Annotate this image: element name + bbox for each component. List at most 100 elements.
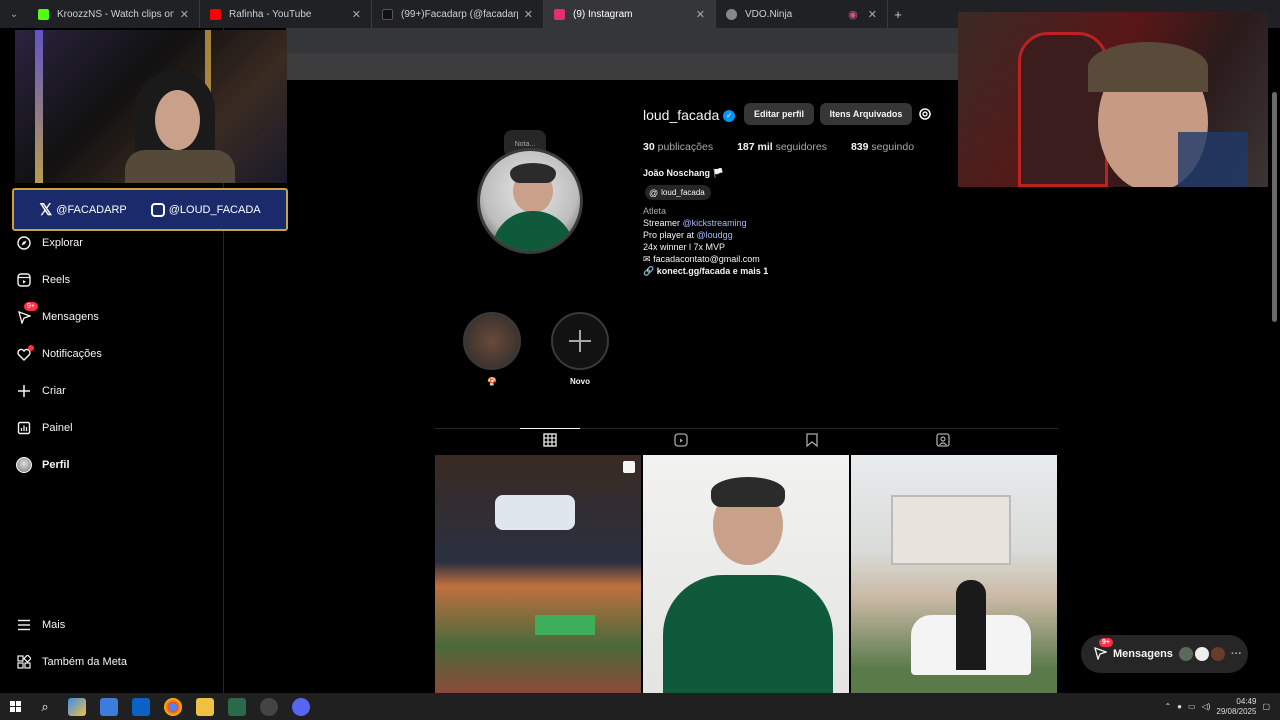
tab-reels[interactable] (671, 431, 691, 449)
threads-badge[interactable]: @ loud_facada (645, 185, 711, 200)
webcam-overlay-left (15, 30, 287, 183)
sidebar-item-criar[interactable]: Criar (16, 383, 66, 399)
instagram-icon (554, 8, 565, 20)
reels-icon (674, 433, 688, 447)
windows-start-icon[interactable] (10, 700, 22, 713)
more-dots-icon: ··· (1230, 648, 1242, 660)
highlight-label: 🍄 (487, 377, 497, 386)
sidebar-item-painel[interactable]: Painel (16, 420, 73, 436)
flag-emoji-icon: 🏳️ (712, 168, 724, 178)
x-handle: 𝕏 @FACADARP (39, 200, 126, 220)
network-icon[interactable]: ▭ (1188, 702, 1196, 711)
story-highlight[interactable] (463, 312, 521, 370)
volume-icon[interactable]: ◁) (1202, 702, 1211, 711)
dashboard-icon (16, 420, 32, 436)
kick-icon (38, 8, 49, 20)
tab-title: (9) Instagram (573, 8, 633, 20)
search-icon[interactable]: ⌕ (36, 698, 54, 716)
tab-saved[interactable] (802, 431, 822, 449)
messenger-icon: 9+ (16, 302, 38, 325)
archive-label: Itens Arquivados (829, 109, 903, 119)
sidebar-item-label: Painel (42, 422, 73, 434)
store-icon[interactable] (100, 697, 118, 716)
close-icon[interactable]: ✕ (180, 8, 189, 21)
browser-tab-vdoninja[interactable]: VDO.Ninja ◉ ✕ (716, 0, 888, 28)
sidebar-item-explorar[interactable]: Explorar (16, 235, 83, 251)
microphone-icon[interactable]: ● (1177, 702, 1182, 711)
tab-search-icon[interactable]: ⌄ (0, 9, 28, 20)
edit-profile-button[interactable]: Editar perfil (744, 103, 814, 125)
posts-count: 30 (643, 141, 655, 153)
menu-icon (16, 617, 32, 633)
sidebar-item-label: Perfil (42, 459, 70, 471)
outlook-icon[interactable] (132, 697, 150, 716)
compass-icon (16, 235, 32, 251)
webcam-overlay-right (958, 12, 1268, 187)
settings-gear-icon[interactable] (917, 106, 933, 127)
clock[interactable]: 04:49 29/08/2025 (1216, 697, 1256, 717)
link-icon: 🔗 (643, 266, 655, 276)
sidebar-item-reels[interactable]: Reels (16, 272, 70, 288)
bookmarks-strip (286, 53, 958, 80)
social-handles-overlay: 𝕏 @FACADARP @LOUD_FACADA (12, 188, 288, 231)
browser-tab-youtube[interactable]: Rafinha - YouTube ✕ (200, 0, 372, 28)
followers-stat[interactable]: 187 mil seguidores (737, 141, 827, 153)
archive-button[interactable]: Itens Arquivados (820, 103, 912, 125)
sidebar-item-label: Explorar (42, 237, 83, 249)
bio-mention-link[interactable]: @kickstreaming (683, 218, 747, 228)
close-icon[interactable]: ✕ (696, 8, 705, 21)
address-bar[interactable] (286, 28, 958, 53)
browser-tab-kick[interactable]: KroozzNS - Watch clips on Kick ✕ (28, 0, 200, 28)
new-highlight-button[interactable] (551, 312, 609, 370)
bookmark-icon (806, 433, 818, 447)
reel-badge-icon (623, 461, 635, 473)
close-icon[interactable]: ✕ (352, 8, 361, 21)
copilot-icon[interactable] (68, 697, 86, 716)
bio-line-2: Pro player at @loudgg (643, 230, 733, 240)
browser-tab-instagram[interactable]: (9) Instagram ✕ (544, 0, 716, 28)
profile-category: Atleta (643, 206, 667, 216)
sidebar-item-mensagens[interactable]: 9+ Mensagens (16, 302, 99, 325)
x-logo-icon: 𝕏 (39, 201, 53, 219)
full-name-text: João Noschang (643, 168, 711, 178)
post-thumbnail[interactable] (851, 455, 1057, 693)
profile-picture[interactable] (477, 148, 583, 254)
profile-full-name: João Noschang 🏳️ (643, 168, 724, 179)
chevron-up-icon[interactable]: ⌃ (1164, 702, 1171, 711)
sidebar-item-notificacoes[interactable]: Notificações (16, 345, 102, 362)
obs-icon[interactable] (260, 697, 278, 716)
tab-tagged[interactable] (933, 431, 953, 449)
plus-icon (16, 383, 32, 399)
browser-tab-tiktok[interactable]: (99+)Facadarp (@facadarp) | Ti ✕ (372, 0, 544, 28)
bio-line-1: Streamer @kickstreaming (643, 218, 747, 228)
sidebar-item-mais[interactable]: Mais (16, 617, 65, 633)
close-icon[interactable]: ✕ (868, 8, 877, 21)
app-icon[interactable] (228, 697, 246, 716)
avatar (1210, 647, 1225, 661)
notifications-icon[interactable]: ▢ (1262, 702, 1270, 711)
profile-username: loud_facada ✓ (643, 107, 736, 123)
followers-label: seguidores (775, 141, 827, 153)
post-thumbnail[interactable] (643, 455, 849, 693)
tab-posts-grid[interactable] (520, 428, 580, 449)
posts-label: publicações (657, 141, 714, 153)
messages-pill[interactable]: 9+ Mensagens ··· (1081, 635, 1248, 673)
sidebar-item-label: Mensagens (42, 311, 99, 323)
discord-icon[interactable] (292, 697, 310, 716)
chrome-icon[interactable] (164, 697, 182, 716)
sidebar-item-meta[interactable]: Também da Meta (16, 654, 127, 670)
reels-icon (16, 272, 32, 288)
tab-title: VDO.Ninja (745, 8, 793, 20)
file-explorer-icon[interactable] (196, 697, 214, 716)
sidebar-item-perfil[interactable]: Perfil (16, 457, 70, 473)
new-tab-button[interactable]: + (888, 7, 908, 22)
bio-mention-link[interactable]: @loudgg (697, 230, 733, 240)
following-stat[interactable]: 839 seguindo (851, 141, 914, 153)
following-label: seguindo (871, 141, 915, 153)
bio-text: Streamer (643, 218, 683, 228)
bio-link[interactable]: 🔗 konect.gg/facada e mais 1 (643, 266, 768, 277)
page-scrollbar[interactable] (1272, 92, 1277, 322)
heart-icon (16, 345, 34, 362)
close-icon[interactable]: ✕ (524, 8, 533, 21)
post-thumbnail[interactable] (435, 455, 641, 693)
